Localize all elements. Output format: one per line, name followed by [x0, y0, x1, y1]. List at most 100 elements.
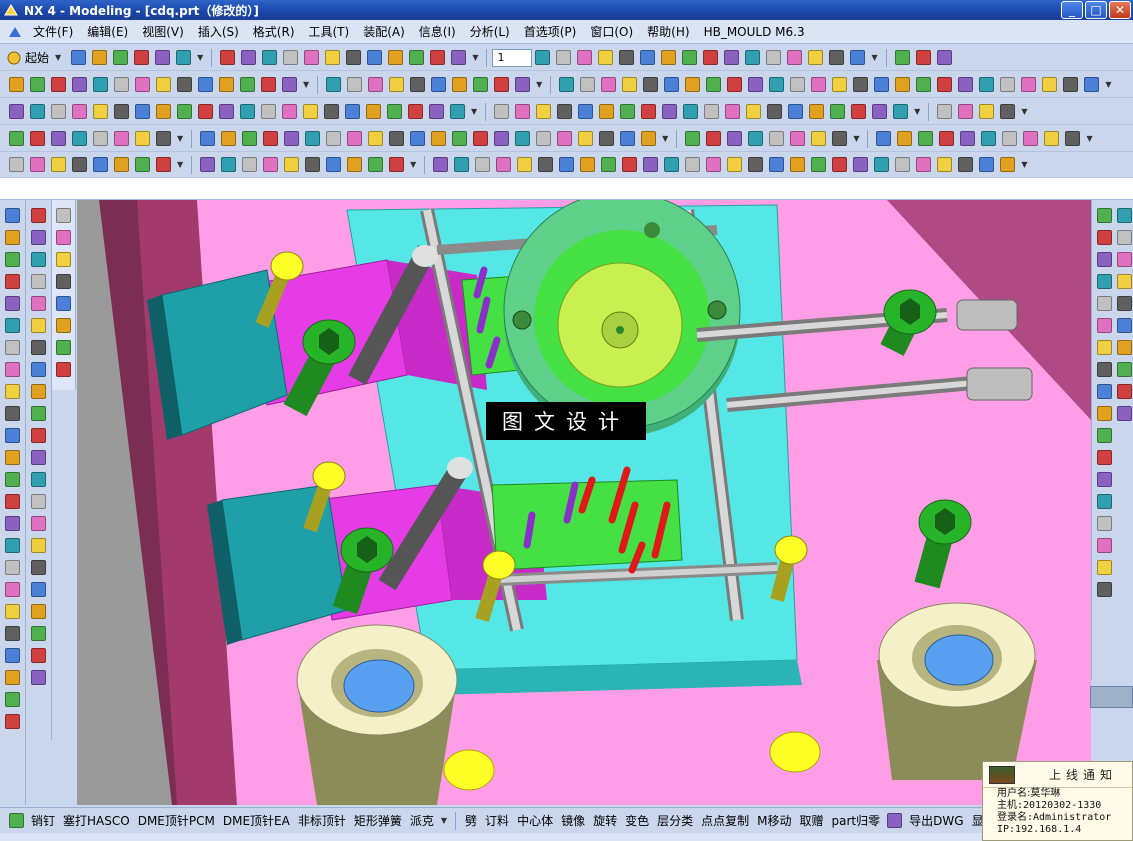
tool-icon[interactable]: [5, 252, 20, 267]
toolbar-tool-icon[interactable]: [240, 104, 255, 119]
toolbar-tool-icon[interactable]: [324, 104, 339, 119]
tool-icon[interactable]: [1096, 472, 1112, 487]
toolbar-tool-icon[interactable]: [156, 131, 171, 146]
toolbar-tool-icon[interactable]: [599, 104, 615, 119]
toolbar-tool-icon[interactable]: [515, 131, 531, 146]
tool-icon[interactable]: [31, 648, 46, 663]
toolbar-tool-icon[interactable]: [410, 131, 426, 146]
toolbar-tool-icon[interactable]: [366, 104, 381, 119]
toolbar-tool-icon[interactable]: [664, 77, 680, 92]
tool-icon[interactable]: [31, 538, 46, 553]
tool-icon[interactable]: [56, 362, 71, 377]
toolbar-tool-icon[interactable]: [556, 50, 572, 65]
toolbar-tool-icon[interactable]: [221, 157, 237, 172]
menu-file[interactable]: 文件(F): [26, 23, 80, 40]
toolbar-tool-icon[interactable]: [685, 157, 701, 172]
toolbar-tool-icon[interactable]: [790, 77, 806, 92]
toolbar-tool-icon[interactable]: [220, 50, 236, 65]
toolbar-tool-icon[interactable]: [1000, 104, 1016, 119]
tool-icon[interactable]: [31, 494, 46, 509]
toolbar-tool-icon[interactable]: [640, 50, 656, 65]
toolbar-tool-icon[interactable]: [788, 104, 804, 119]
toolbar-tool-icon[interactable]: [51, 77, 66, 92]
tool-icon[interactable]: [1117, 208, 1132, 223]
toolbar-tool-icon[interactable]: [706, 77, 722, 92]
toolbar-tool-icon[interactable]: [9, 77, 24, 92]
toolbar-tool-icon[interactable]: [177, 77, 192, 92]
toolbar-tool-icon[interactable]: [410, 77, 426, 92]
chevron-down-icon[interactable]: ▼: [1086, 134, 1092, 143]
toolbar-tool-icon[interactable]: [745, 50, 761, 65]
tool-icon[interactable]: [5, 714, 20, 729]
tool-icon[interactable]: [1096, 208, 1112, 223]
toolbar-tool-icon[interactable]: [72, 131, 87, 146]
tool-icon[interactable]: [5, 472, 20, 487]
tool-icon[interactable]: [31, 230, 46, 245]
toolbar-tool-icon[interactable]: [769, 157, 785, 172]
tool-icon[interactable]: [5, 208, 20, 223]
tool-icon[interactable]: [1117, 318, 1132, 333]
tool-icon[interactable]: [1096, 516, 1112, 531]
mould-tool-button[interactable]: part归零: [828, 812, 885, 829]
toolbar-tool-icon[interactable]: [538, 157, 554, 172]
mould-tool-button[interactable]: 显示线: [968, 812, 982, 829]
toolbar-tool-icon[interactable]: [979, 157, 995, 172]
tool-icon[interactable]: [1096, 582, 1112, 597]
toolbar-tool-icon[interactable]: [156, 104, 171, 119]
tool-icon[interactable]: [1096, 252, 1112, 267]
toolbar-tool-icon[interactable]: [811, 157, 827, 172]
tool-icon[interactable]: [5, 450, 20, 465]
toolbar-tool-icon[interactable]: [368, 157, 384, 172]
toolbar-tool-icon[interactable]: [937, 157, 953, 172]
toolbar-tool-icon[interactable]: [72, 104, 87, 119]
tool-icon[interactable]: [1096, 450, 1112, 465]
tool-icon[interactable]: [1117, 362, 1132, 377]
toolbar-tool-icon[interactable]: [326, 157, 342, 172]
toolbar-tool-icon[interactable]: [284, 157, 300, 172]
tool-icon[interactable]: [5, 560, 20, 575]
tool-icon[interactable]: [5, 670, 20, 685]
toolbar-tool-icon[interactable]: [450, 104, 465, 119]
toolbar-tool-icon[interactable]: [135, 104, 150, 119]
menu-edit[interactable]: 编辑(E): [80, 23, 135, 40]
toolbar-tool-icon[interactable]: [876, 131, 892, 146]
toolbar-tool-icon[interactable]: [515, 104, 531, 119]
toolbar-tool-icon[interactable]: [1023, 131, 1039, 146]
maximize-button[interactable]: □: [1085, 1, 1107, 19]
toolbar-tool-icon[interactable]: [429, 104, 444, 119]
tool-icon[interactable]: [1117, 296, 1132, 311]
tool-icon[interactable]: [56, 296, 71, 311]
toolbar-tool-icon[interactable]: [979, 77, 995, 92]
toolbar-tool-icon[interactable]: [326, 77, 342, 92]
toolbar-tool-icon[interactable]: [242, 131, 258, 146]
tool-icon[interactable]: [1096, 494, 1112, 509]
chevron-down-icon[interactable]: ▼: [197, 53, 203, 62]
toolbar-tool-icon[interactable]: [769, 131, 785, 146]
toolbar-tool-icon[interactable]: [93, 104, 108, 119]
toolbar-tool-icon[interactable]: [1000, 77, 1016, 92]
toolbar-tool-icon[interactable]: [724, 50, 740, 65]
toolbar-tool-icon[interactable]: [790, 131, 806, 146]
chevron-down-icon[interactable]: ▼: [177, 160, 183, 169]
toolbar-tool-icon[interactable]: [808, 50, 824, 65]
toolbar-tool-icon[interactable]: [643, 77, 659, 92]
menu-view[interactable]: 视图(V): [135, 23, 191, 40]
toolbar-tool-icon[interactable]: [388, 50, 404, 65]
chevron-down-icon[interactable]: ▼: [472, 53, 478, 62]
menu-information[interactable]: 信息(I): [412, 23, 463, 40]
keyboard-icon[interactable]: [1090, 686, 1133, 708]
toolbar-tool-icon[interactable]: [703, 50, 719, 65]
toolbar-tool-icon[interactable]: [664, 157, 680, 172]
toolbar-tool-icon[interactable]: [242, 157, 258, 172]
toolbar-tool-icon[interactable]: [559, 157, 575, 172]
tool-icon[interactable]: [1096, 296, 1112, 311]
tool-icon[interactable]: [1117, 340, 1132, 355]
toolbar-tool-icon[interactable]: [918, 131, 934, 146]
toolbar-tool-icon[interactable]: [433, 157, 449, 172]
toolbar-tool-icon[interactable]: [71, 50, 87, 65]
menu-tools[interactable]: 工具(T): [302, 23, 357, 40]
toolbar-tool-icon[interactable]: [93, 131, 108, 146]
toolbar-tool-icon[interactable]: [767, 104, 783, 119]
tool-icon[interactable]: [31, 626, 46, 641]
toolbar-tool-icon[interactable]: [72, 77, 87, 92]
